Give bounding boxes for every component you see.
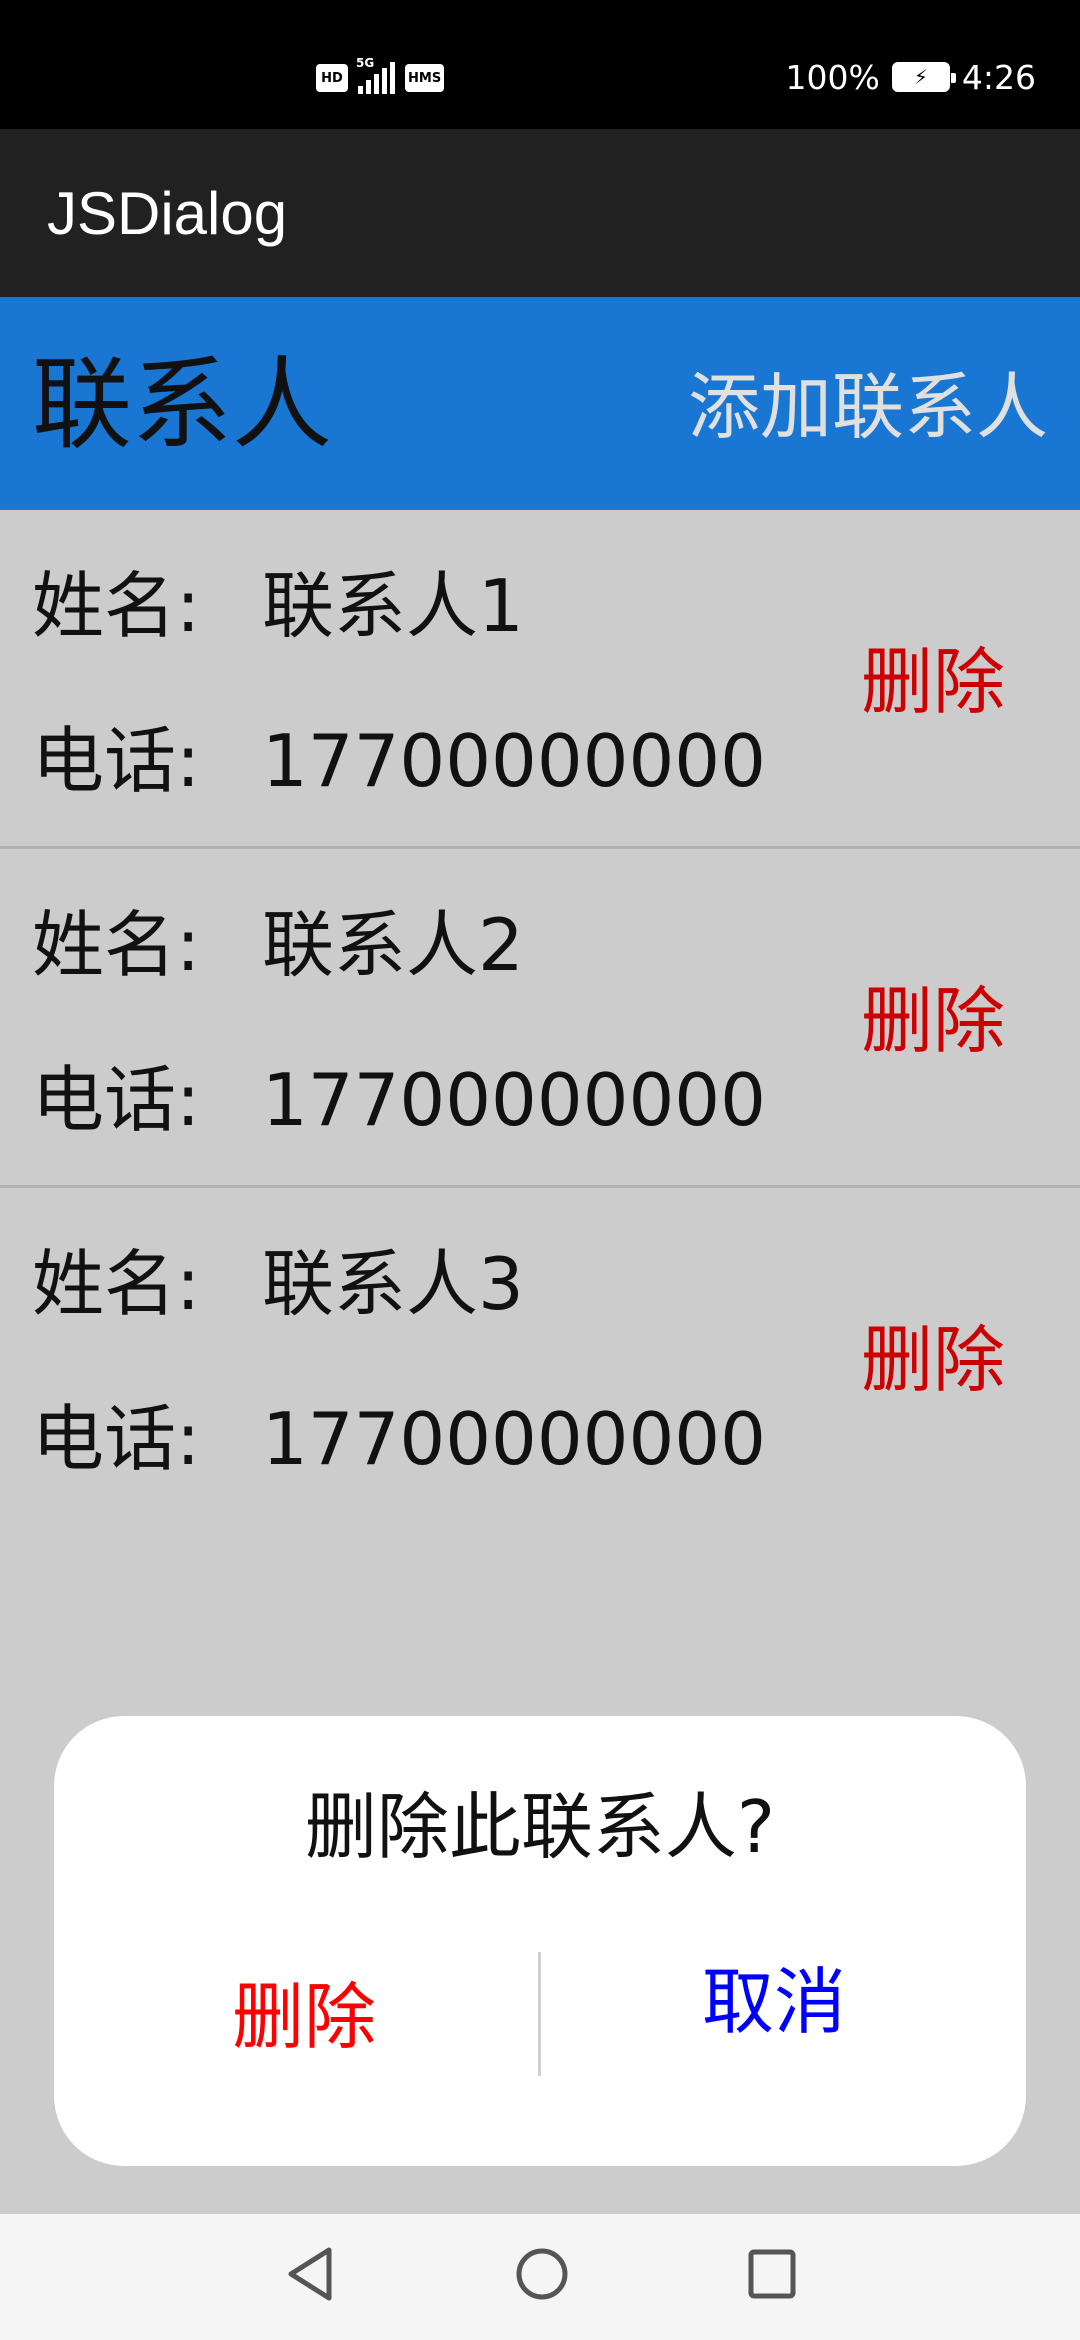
confirm-delete-dialog: 删除此联系人? 删除 取消 (54, 1716, 1026, 2166)
status-right: 100% ⚡ 4:26 (786, 52, 1036, 102)
name-label: 姓名: (32, 1242, 201, 1326)
back-icon[interactable] (283, 2244, 337, 2304)
contact-name-row: 姓名: 联系人2 (32, 909, 524, 981)
phone-label: 电话: (32, 1397, 201, 1481)
contact-name: 联系人2 (262, 903, 524, 987)
contact-phone-row: 电话: 17700000000 (32, 725, 766, 797)
contacts-header: 联系人 添加联系人 (0, 297, 1080, 510)
contact-name-row: 姓名: 联系人1 (32, 570, 524, 642)
page-title: 联系人 (32, 346, 332, 463)
battery-percent: 100% (785, 57, 880, 97)
add-contact-button[interactable]: 添加联系人 (688, 371, 1048, 443)
delete-contact-button[interactable]: 删除 (861, 1324, 1005, 1396)
phone-label: 电话: (32, 719, 201, 803)
status-icons: HD 5G HMS (316, 56, 445, 98)
delete-contact-button[interactable]: 删除 (861, 985, 1005, 1057)
hms-badge: HMS (405, 64, 445, 92)
dialog-cancel-button[interactable]: 取消 (702, 1966, 846, 2038)
recent-apps-icon[interactable] (745, 2244, 799, 2304)
clock: 4:26 (961, 57, 1036, 97)
contact-phone: 17700000000 (262, 1058, 766, 1142)
contact-item: 姓名: 联系人3 电话: 17700000000 删除 (0, 1188, 1080, 1527)
dialog-delete-button[interactable]: 删除 (232, 1981, 376, 2053)
contact-phone-row: 电话: 17700000000 (32, 1064, 766, 1136)
contact-name: 联系人1 (262, 564, 524, 648)
dialog-divider (538, 1952, 541, 2076)
phone-label: 电话: (32, 1058, 201, 1142)
dialog-message: 删除此联系人? (304, 1785, 776, 1869)
delete-contact-button[interactable]: 删除 (861, 646, 1005, 718)
battery-icon: ⚡ (891, 62, 956, 92)
app-bar: JSDialog (0, 129, 1080, 297)
name-label: 姓名: (32, 564, 201, 648)
contact-item: 姓名: 联系人1 电话: 17700000000 删除 (0, 510, 1080, 849)
contact-list: 姓名: 联系人1 电话: 17700000000 删除 姓名: 联系人2 电话:… (0, 510, 1080, 1527)
contact-item: 姓名: 联系人2 电话: 17700000000 删除 (0, 849, 1080, 1188)
contact-phone-row: 电话: 17700000000 (32, 1403, 766, 1475)
contact-name-row: 姓名: 联系人3 (32, 1248, 524, 1320)
contact-phone: 17700000000 (262, 719, 766, 803)
status-bar: HD 5G HMS 100% ⚡ 4:26 (0, 0, 1080, 129)
name-label: 姓名: (32, 903, 201, 987)
contact-phone: 17700000000 (262, 1397, 766, 1481)
home-icon[interactable] (514, 2244, 570, 2304)
hd-badge: HD (316, 64, 348, 92)
navigation-bar (0, 2214, 1080, 2340)
network-type: 5G (356, 56, 375, 70)
contact-name: 联系人3 (262, 1242, 524, 1326)
app-title: JSDialog (47, 180, 288, 247)
signal-icon: 5G (356, 56, 395, 94)
